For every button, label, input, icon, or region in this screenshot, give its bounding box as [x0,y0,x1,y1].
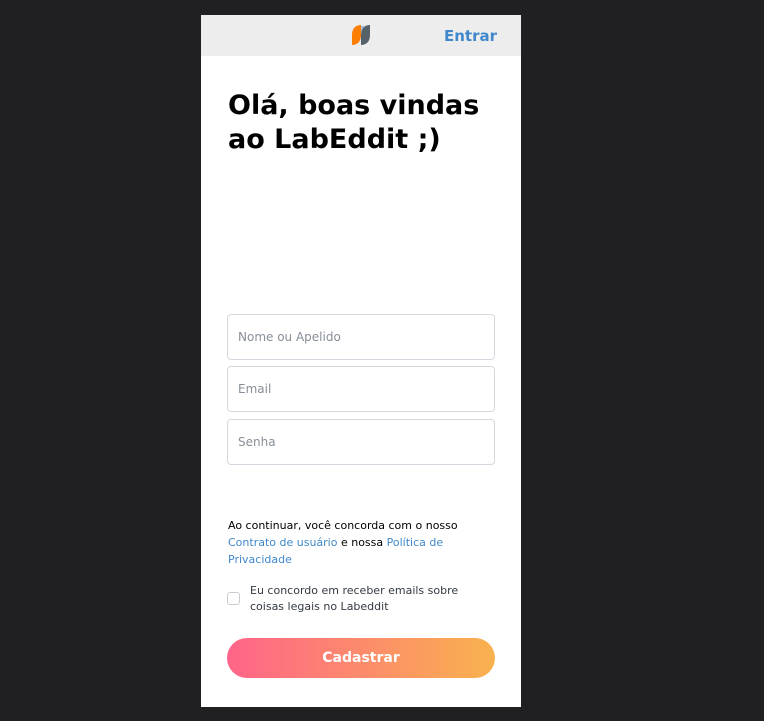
email-input[interactable] [227,366,495,412]
email-consent-checkbox[interactable] [227,592,240,605]
signup-button[interactable]: Cadastrar [227,638,495,678]
login-link[interactable]: Entrar [444,27,497,45]
page-title: Olá, boas vindas ao LabEddit ;) [228,90,480,155]
terms-prefix: Ao continuar, você concorda com o nosso [228,519,458,532]
password-input[interactable] [227,419,495,465]
signup-screen: Entrar Olá, boas vindas ao LabEddit ;) A… [201,15,521,707]
user-contract-link[interactable]: Contrato de usuário [228,536,337,549]
terms-middle: e nossa [337,536,387,549]
labeddit-logo-icon [352,25,370,45]
name-input[interactable] [227,314,495,360]
terms-text: Ao continuar, você concorda com o nosso … [228,517,478,568]
email-consent[interactable]: Eu concordo em receber emails sobre cois… [227,583,497,617]
app-header: Entrar [201,15,521,56]
email-consent-label: Eu concordo em receber emails sobre cois… [250,584,459,613]
